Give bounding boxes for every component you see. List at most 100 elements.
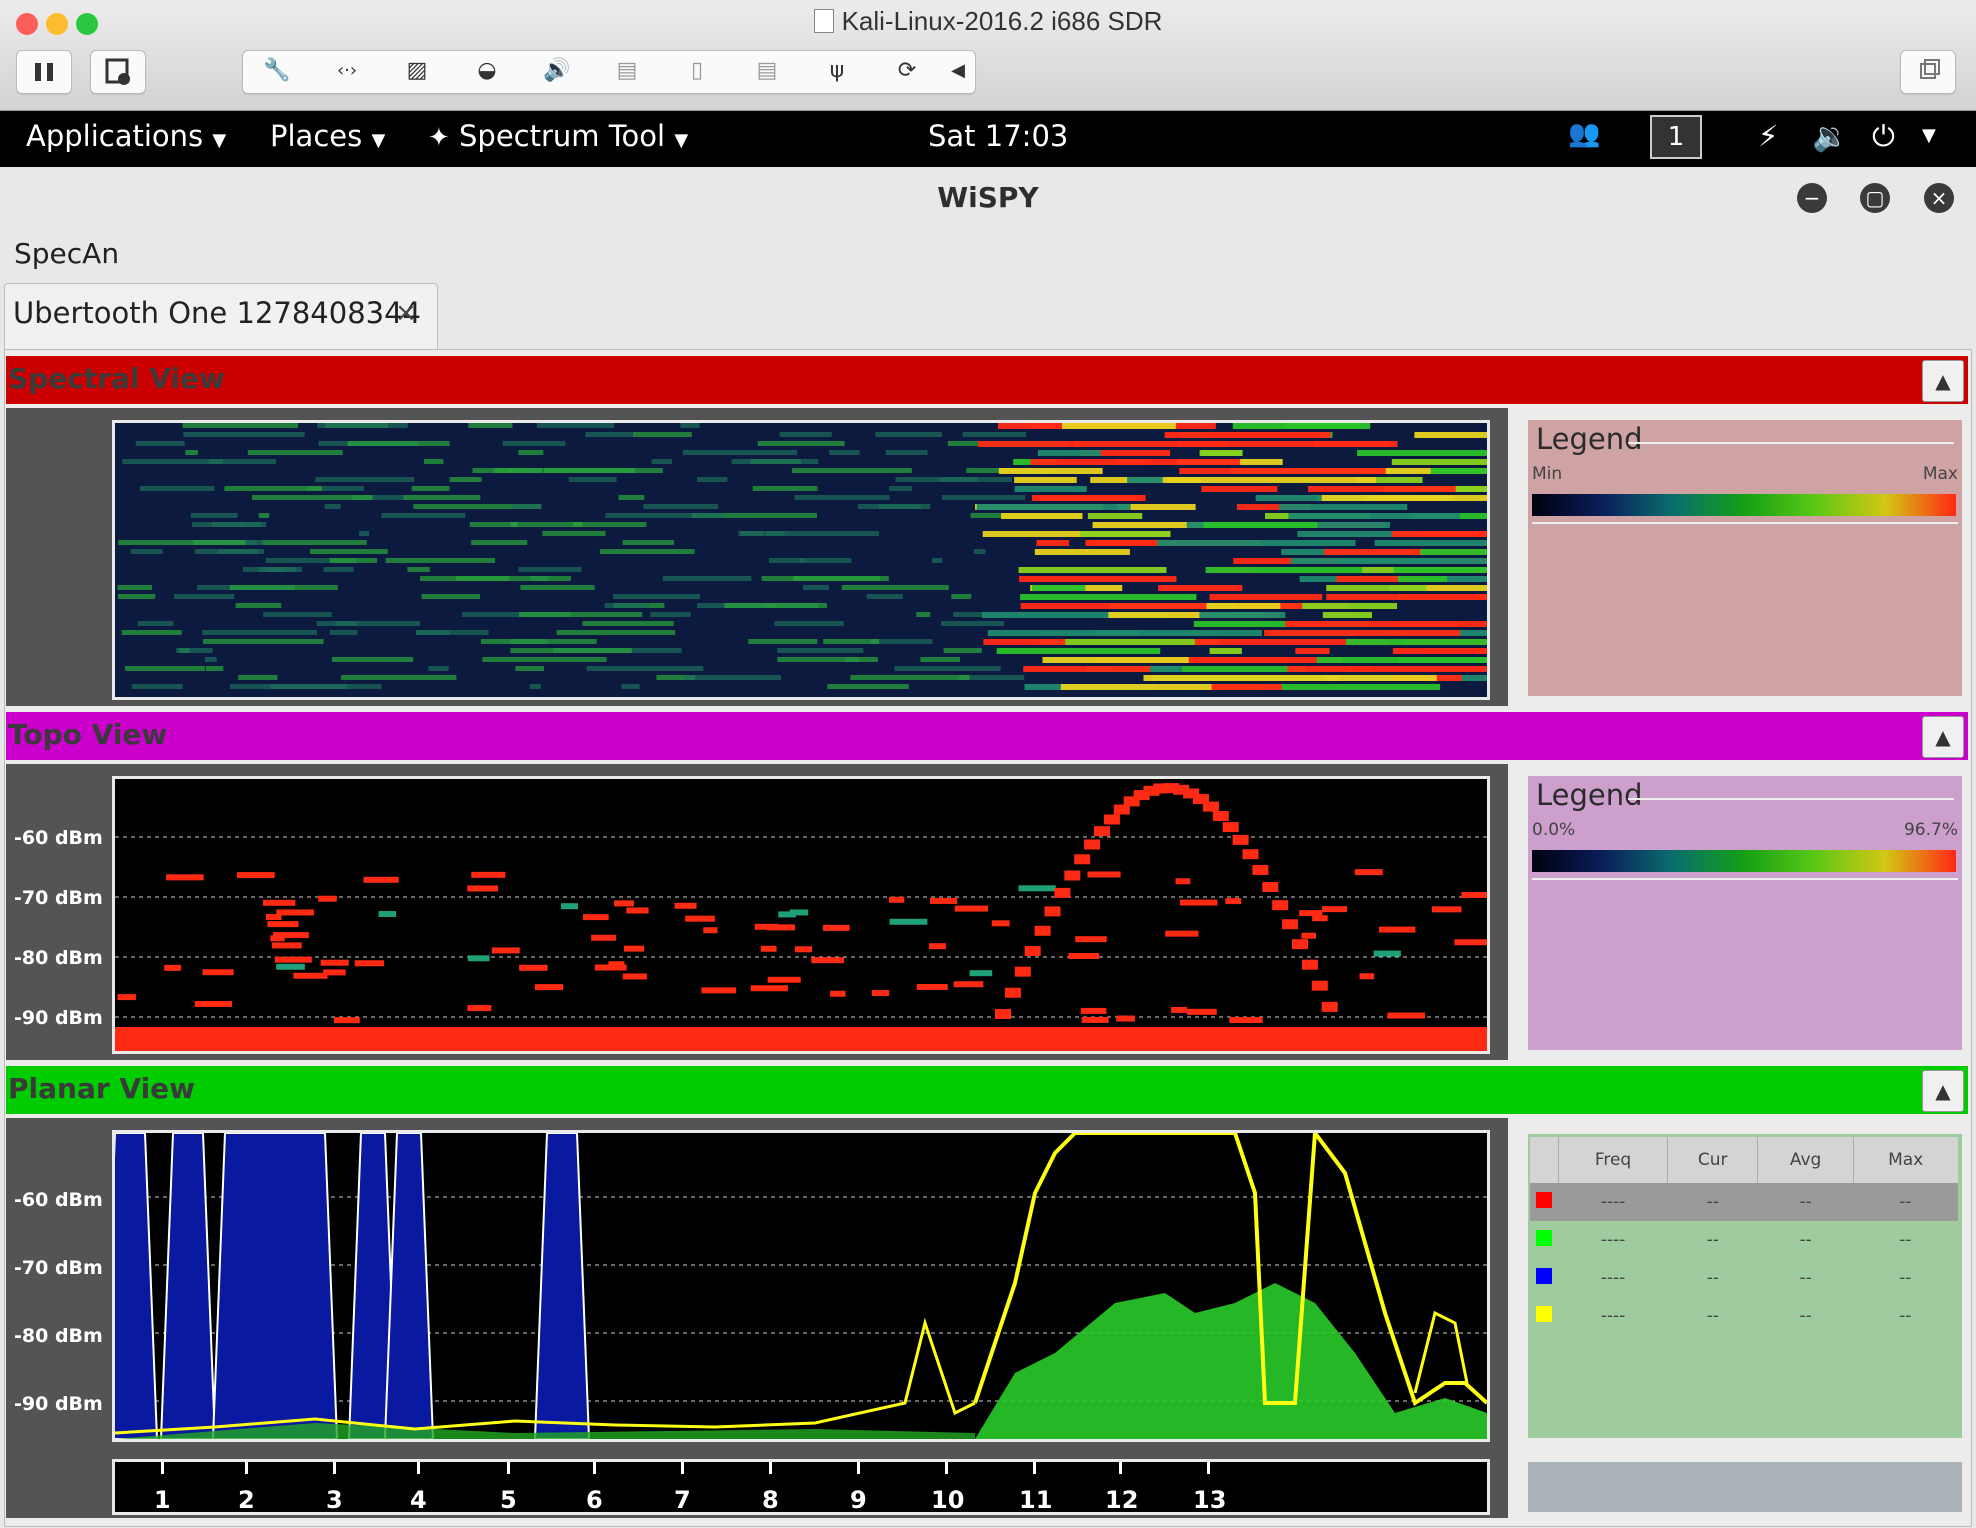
planar-collapse-button[interactable]: ▲ [1922, 1070, 1964, 1112]
network-arrows-icon[interactable]: ‹·› [332, 56, 362, 86]
usb-device-icon[interactable]: ▤ [612, 56, 642, 86]
table-cell: ---- [1600, 1306, 1626, 1326]
usb-device-icon-2[interactable]: ▤ [752, 56, 782, 86]
spectral-segment [1391, 531, 1487, 537]
blue-peak [211, 1133, 339, 1439]
spectral-segment [1287, 621, 1463, 627]
topo-cell [237, 872, 275, 879]
channel-tick-label: 1 [154, 1486, 171, 1514]
harddisk-icon[interactable]: ▨ [402, 56, 432, 86]
table-header-cur[interactable]: Cur [1667, 1137, 1759, 1183]
table-row[interactable]: ---- -- -- -- [1530, 1259, 1958, 1297]
spectral-segment [407, 567, 430, 572]
topo-collapse-button[interactable]: ▲ [1922, 716, 1964, 758]
spectral-segment [185, 450, 198, 455]
clock[interactable]: Sat 17:03 [928, 119, 1068, 153]
chevron-down-icon: ▼ [212, 130, 227, 151]
spectral-collapse-button[interactable]: ▲ [1922, 360, 1964, 402]
spectrum-tool-menu[interactable]: ✦ Spectrum Tool ▼ [428, 119, 688, 153]
spectral-segment [761, 576, 881, 581]
spectral-waterfall[interactable] [112, 420, 1490, 700]
topo-cell [794, 946, 812, 953]
topo-cell [1165, 930, 1199, 937]
maximize-icon[interactable]: ▢ [1860, 183, 1890, 213]
spectral-segment [875, 432, 942, 437]
spectral-segment [335, 621, 421, 626]
table-header-avg[interactable]: Avg [1757, 1137, 1854, 1183]
places-menu[interactable]: Places ▼ [270, 119, 385, 153]
table-row[interactable]: ---- -- -- -- [1530, 1297, 1958, 1335]
channel-tick-label: 11 [1019, 1486, 1053, 1514]
topo-cell [954, 905, 989, 912]
tab-close-icon[interactable]: × [395, 298, 417, 328]
topo-plot[interactable] [112, 776, 1490, 1054]
table-row[interactable]: ---- -- -- -- [1530, 1183, 1958, 1221]
spectral-segment [1316, 657, 1487, 663]
topo-cell [560, 903, 578, 910]
topo-cell [888, 896, 905, 903]
topo-floor [115, 1027, 1487, 1051]
topo-cell [1054, 887, 1071, 898]
spectral-segment [1391, 459, 1487, 465]
chevron-down-icon[interactable]: ▼ [1922, 125, 1936, 146]
pause-button[interactable] [16, 50, 72, 94]
spectral-segment [1279, 504, 1408, 510]
topo-cell [1242, 849, 1259, 860]
channel-tick-mark [1119, 1462, 1122, 1474]
table-cell: -- [1899, 1268, 1912, 1288]
spectral-segment [792, 468, 912, 473]
device-tab[interactable]: Ubertooth One 1278408344 × [4, 283, 438, 350]
spectral-segment [331, 657, 414, 662]
applications-menu[interactable]: Applications ▼ [26, 119, 226, 153]
chevron-left-icon[interactable]: ◀ [946, 56, 970, 86]
legend-divider [1628, 798, 1954, 800]
planar-plot[interactable] [112, 1130, 1490, 1442]
channel-tick-mark [857, 1462, 860, 1474]
spectral-segment [510, 522, 583, 527]
channel-tick-mark [333, 1462, 336, 1474]
spectral-segment [779, 432, 832, 437]
power-icon[interactable]: ⏻ [1872, 119, 1895, 154]
network-wired-icon[interactable]: ⚡ [1758, 119, 1778, 153]
channel-tick-label: 9 [850, 1486, 867, 1514]
topo-cell [811, 957, 844, 964]
close-icon[interactable]: × [1924, 183, 1954, 213]
table-header-max[interactable]: Max [1853, 1137, 1958, 1183]
spectral-segment [482, 657, 607, 662]
volume-icon[interactable]: 🔉 [1812, 119, 1848, 154]
topo-dbm-label: -90 dBm [14, 1007, 103, 1029]
spectral-segment [1326, 585, 1427, 591]
workspace-indicator[interactable]: 1 [1650, 115, 1702, 159]
spectral-segment [1209, 594, 1323, 600]
spectral-segment [738, 531, 787, 536]
series-swatch [1530, 1221, 1559, 1259]
optical-disk-icon[interactable]: ◒ [472, 56, 502, 86]
table-header-freq[interactable]: Freq [1558, 1137, 1669, 1183]
channel-tick-mark [1207, 1462, 1210, 1474]
refresh-icon[interactable]: ⟳ [892, 56, 922, 86]
menu-specan[interactable]: SpecAn [14, 237, 119, 270]
spectral-segment [870, 639, 933, 644]
speaker-icon[interactable]: 🔊 [542, 56, 572, 86]
wrench-icon[interactable]: 🔧 [262, 56, 292, 86]
window-restore-button[interactable] [1900, 50, 1956, 94]
spectral-segment [976, 504, 1131, 510]
spectral-segment [757, 441, 845, 446]
legend-min-label: Min [1532, 464, 1563, 484]
spectral-segment [118, 540, 246, 545]
snapshot-button[interactable] [90, 50, 146, 94]
usb-icon[interactable]: ψ [822, 56, 852, 86]
table-row[interactable]: ---- -- -- -- [1530, 1221, 1958, 1259]
mouse-icon[interactable]: ▯ [682, 56, 712, 86]
spectral-segment [121, 630, 182, 635]
minimize-icon[interactable]: − [1797, 183, 1827, 213]
legend-divider [1532, 522, 1958, 524]
spectral-segment [1080, 531, 1171, 537]
legend-divider [1532, 878, 1958, 880]
spectral-segment [683, 675, 782, 680]
topo-cell [467, 955, 490, 962]
topo-cell [1044, 906, 1061, 917]
topo-heatmap [115, 783, 1487, 1051]
people-icon[interactable]: 👥 [1568, 119, 1600, 149]
spectral-segment [202, 630, 317, 635]
